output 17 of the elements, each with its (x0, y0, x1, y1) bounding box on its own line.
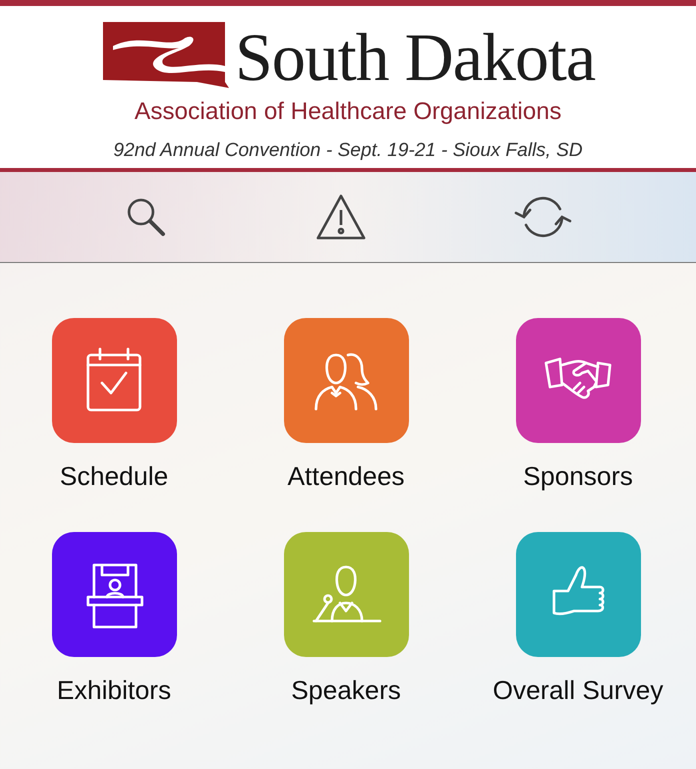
tile-label: Attendees (287, 461, 405, 492)
warning-button[interactable] (314, 193, 367, 241)
tile-label: Schedule (60, 461, 168, 492)
menu-tile[interactable] (284, 532, 408, 657)
menu-tile[interactable] (52, 318, 176, 443)
menu-tile[interactable] (516, 532, 640, 657)
menu-tile[interactable] (284, 318, 408, 443)
event-details: 92nd Annual Convention - Sept. 19-21 - Sioux Falls, SD (113, 140, 583, 162)
logo-wordmark: South Dakota (234, 20, 596, 94)
tile-label: Sponsors (523, 461, 633, 492)
menu-tile[interactable] (516, 318, 640, 443)
menu-tile[interactable] (52, 532, 176, 657)
organization-name: Association of Healthcare Organizations (134, 98, 562, 126)
tile-label: Exhibitors (56, 675, 172, 706)
tile-label: Overall Survey (492, 675, 664, 706)
tile-label: Speakers (291, 675, 401, 706)
state-flag-logo-icon (100, 20, 231, 88)
